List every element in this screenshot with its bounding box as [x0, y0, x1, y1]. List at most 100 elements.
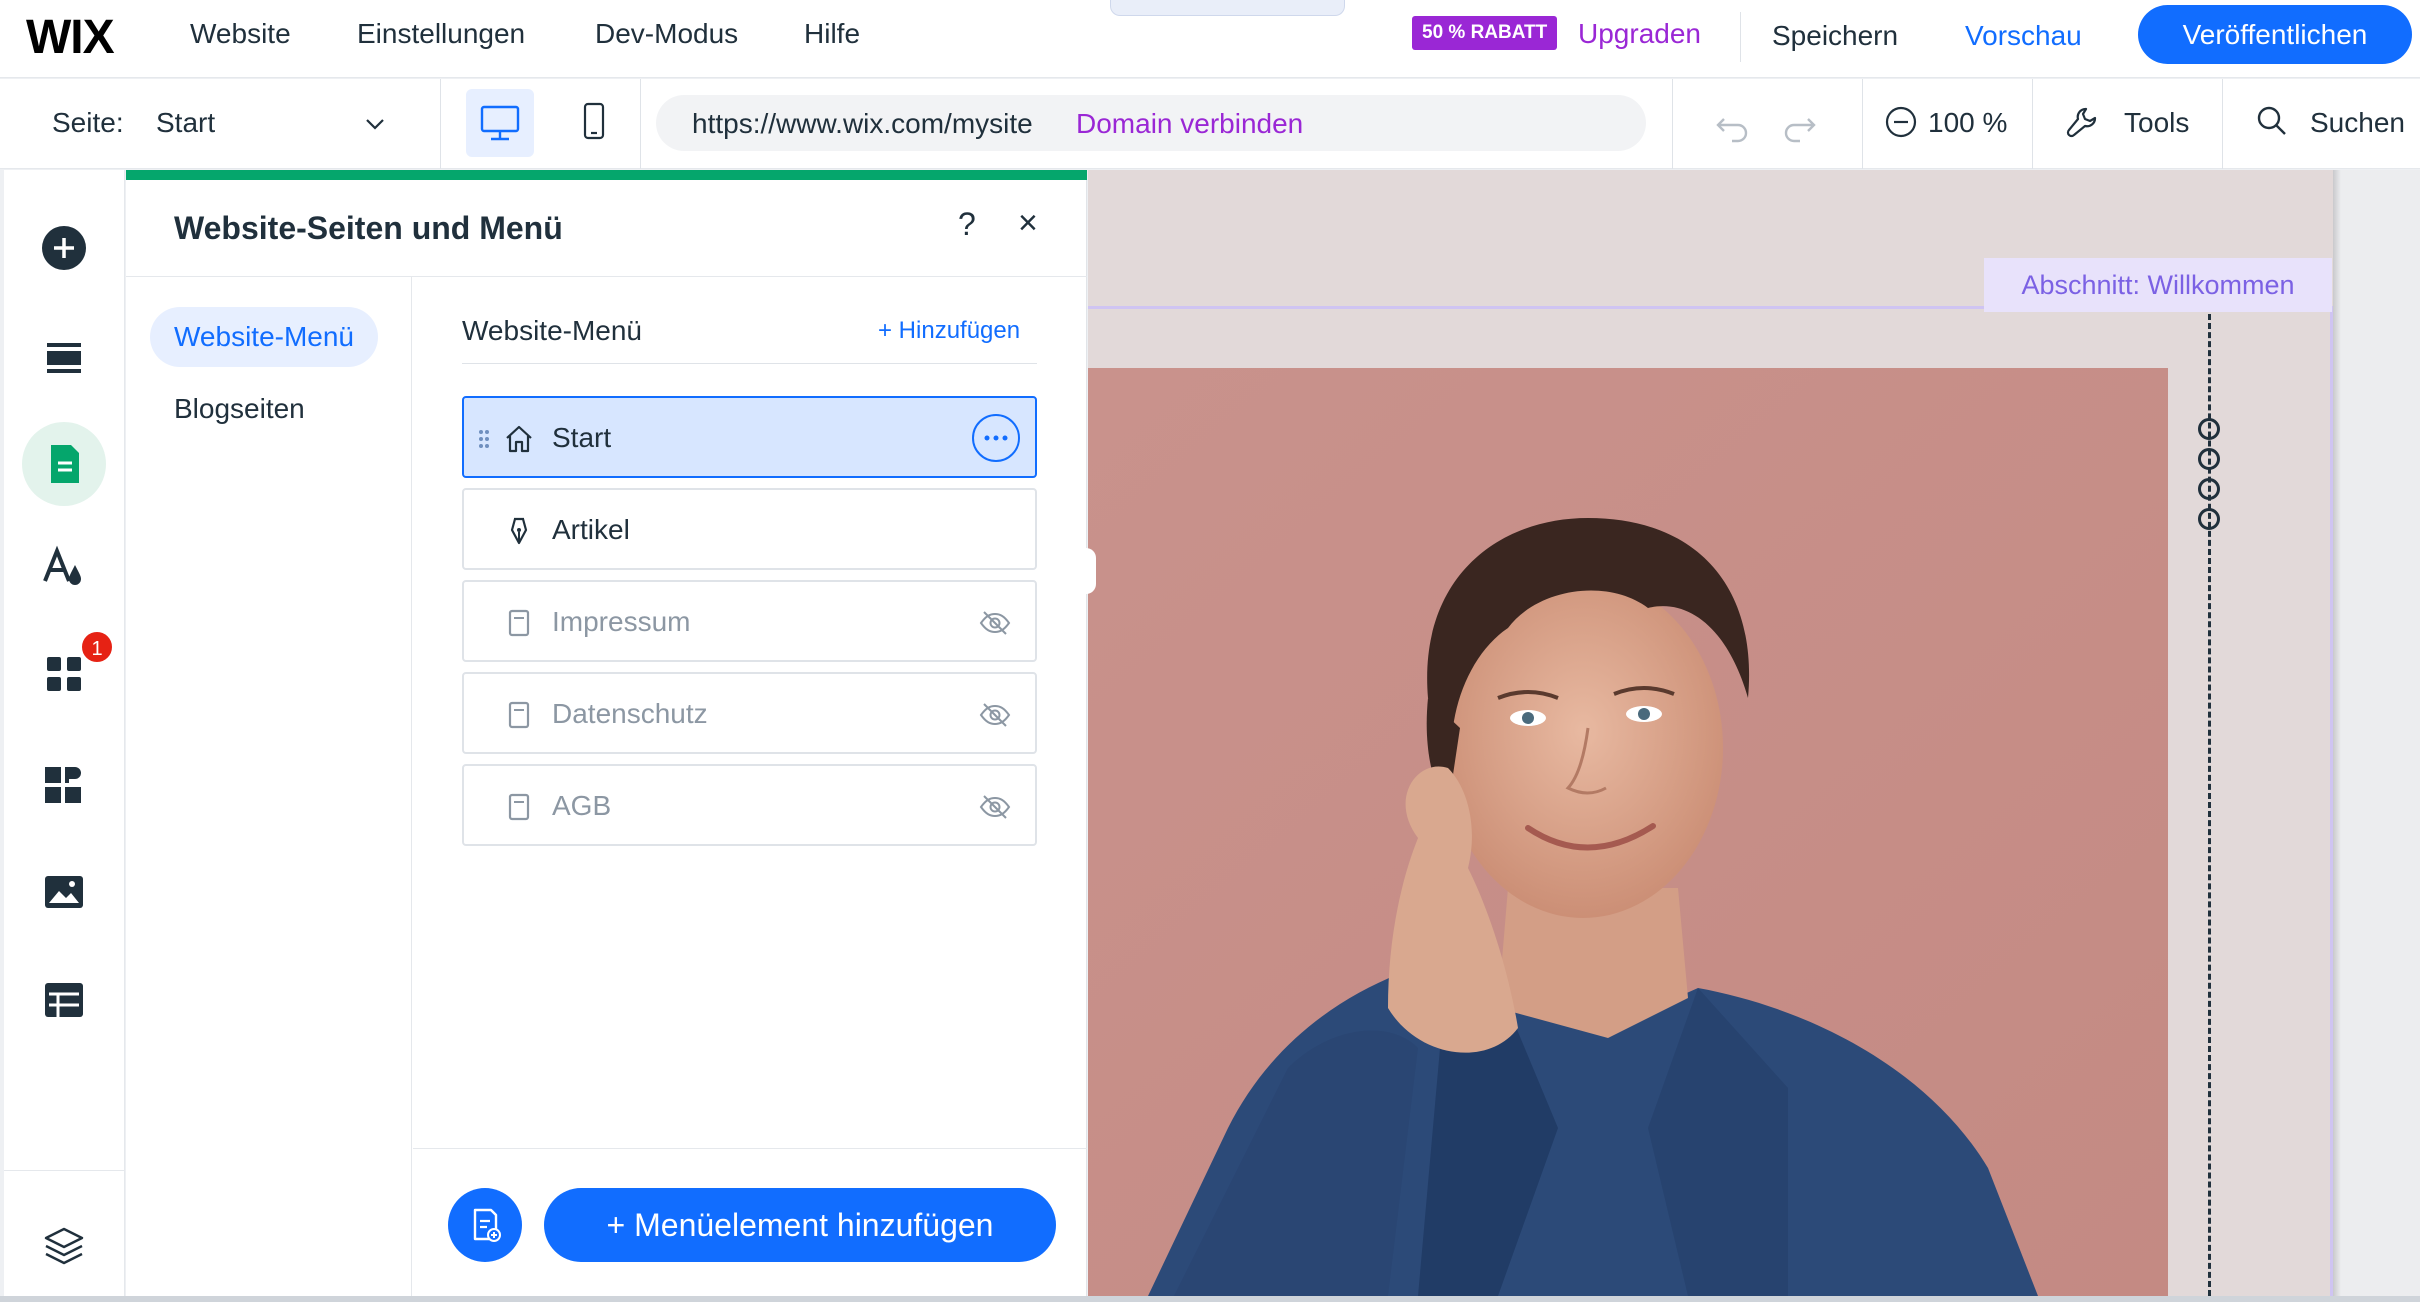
site-pages-panel: Website-Seiten und Menü ? × Website-Menü… — [126, 170, 1087, 1296]
hidden-eye-icon[interactable] — [978, 698, 1012, 732]
left-toolbar: 1 — [4, 170, 125, 1296]
page-label: Seite: — [52, 107, 124, 138]
mobile-view-button[interactable] — [560, 89, 628, 157]
menu-item-label: AGB — [552, 790, 612, 821]
search-icon[interactable] — [2254, 103, 2290, 139]
menu-item-datenschutz[interactable]: Datenschutz — [462, 672, 1037, 754]
search-button[interactable]: Suchen — [2310, 107, 2405, 139]
panel-title: Website-Seiten und Menü — [174, 210, 563, 246]
pages-button[interactable] — [22, 422, 106, 506]
more-actions-button[interactable] — [972, 414, 1020, 462]
add-menu-link[interactable]: + Hinzufügen — [878, 317, 1020, 345]
add-elements-icon — [42, 226, 86, 270]
divider — [462, 363, 1037, 364]
bottom-edge — [0, 1296, 2420, 1302]
page-icon — [508, 701, 530, 729]
menu-item-label: Impressum — [552, 606, 691, 637]
save-button[interactable]: Speichern — [1772, 20, 1898, 52]
site-url: https://www.wix.com/mysite — [692, 108, 1033, 139]
page-icon — [508, 793, 530, 821]
menu-item-label: Start — [552, 422, 612, 453]
wix-logo[interactable]: WIX — [26, 10, 115, 65]
divider — [2032, 79, 2033, 169]
sections-button[interactable] — [22, 316, 106, 400]
section-label[interactable]: Abschnitt: Willkommen — [1984, 258, 2332, 312]
home-icon — [506, 425, 532, 453]
menu-item-start[interactable]: Start — [462, 396, 1037, 478]
desktop-icon — [480, 105, 520, 141]
menu-item-artikel[interactable]: Artikel — [462, 488, 1037, 570]
menu-item-impressum[interactable]: Impressum — [462, 580, 1037, 662]
nav-help[interactable]: Hilfe — [804, 18, 860, 50]
divider — [640, 79, 641, 169]
tools-icon[interactable] — [2064, 103, 2102, 141]
hidden-eye-icon[interactable] — [978, 790, 1012, 824]
notification-badge: 1 — [80, 630, 114, 664]
undo-icon[interactable] — [1712, 105, 1752, 145]
business-apps-button[interactable] — [22, 742, 106, 826]
cms-icon — [45, 983, 83, 1017]
hidden-eye-icon[interactable] — [978, 606, 1012, 640]
nav-settings[interactable]: Einstellungen — [357, 18, 525, 50]
page-icon — [508, 609, 530, 637]
panel-tabs: Website-Menü Blogseiten — [126, 277, 412, 1296]
menu-section-title: Website-Menü — [462, 315, 643, 346]
menu-item-agb[interactable]: AGB — [462, 764, 1037, 846]
add-page-button[interactable] — [448, 1188, 522, 1262]
page-edge-shadow — [2333, 170, 2341, 1296]
layers-icon — [44, 1227, 84, 1265]
tools-button[interactable]: Tools — [2124, 107, 2189, 139]
media-button[interactable] — [22, 850, 106, 934]
divider — [1862, 79, 1863, 169]
tab-blog-pages[interactable]: Blogseiten — [150, 379, 329, 439]
help-icon[interactable]: ? — [958, 206, 976, 243]
menu-item-label: Artikel — [552, 514, 630, 545]
divider — [1672, 79, 1673, 169]
chevron-down-icon[interactable] — [360, 109, 390, 139]
desktop-view-button[interactable] — [466, 89, 534, 157]
close-icon[interactable]: × — [1018, 204, 1038, 243]
add-page-icon — [473, 1208, 501, 1242]
add-elements-button[interactable] — [22, 206, 106, 290]
site-url-bar: https://www.wix.com/mysite Domain verbin… — [656, 95, 1646, 151]
layers-button[interactable] — [22, 1204, 106, 1288]
anchor-handle[interactable] — [2198, 478, 2220, 500]
collapse-tab[interactable] — [1110, 0, 1345, 16]
anchor-handle[interactable] — [2198, 508, 2220, 530]
media-icon — [45, 876, 83, 908]
zoom-level[interactable]: 100 % — [1928, 107, 2007, 139]
redo-icon[interactable] — [1780, 105, 1820, 145]
pen-nib-icon — [510, 517, 528, 545]
connect-domain-link[interactable]: Domain verbinden — [1076, 108, 1303, 140]
upgrade-link[interactable]: Upgraden — [1578, 18, 1701, 50]
anchor-handle[interactable] — [2198, 418, 2220, 440]
editor-canvas[interactable]: Abschnitt: Willkommen — [1088, 170, 2420, 1296]
nav-website[interactable]: Website — [190, 18, 291, 50]
add-menu-item-button[interactable]: + Menüelement hinzufügen — [544, 1188, 1056, 1262]
divider — [2222, 79, 2223, 169]
more-icon — [984, 435, 1008, 441]
menu-item-label: Datenschutz — [552, 698, 708, 729]
anchor-handle[interactable] — [2198, 448, 2220, 470]
publish-button[interactable]: Veröffentlichen — [2138, 5, 2412, 64]
nav-dev-mode[interactable]: Dev-Modus — [595, 18, 738, 50]
divider — [1740, 12, 1741, 62]
cms-button[interactable] — [22, 958, 106, 1042]
zoom-out-icon[interactable] — [1884, 105, 1918, 139]
portrait-illustration — [1088, 368, 2168, 1296]
mobile-icon — [583, 102, 605, 140]
panel-resize-handle[interactable] — [1076, 548, 1096, 594]
discount-badge[interactable]: 50 % RABATT — [1412, 16, 1558, 50]
panel-accent-line — [126, 170, 1087, 180]
drag-handle-icon[interactable] — [478, 428, 490, 450]
theme-icon — [43, 545, 81, 585]
editor-toolbar: Seite: Start https://www.wix.com/mysite … — [0, 79, 2420, 169]
theme-button[interactable] — [22, 526, 106, 610]
business-apps-icon — [45, 767, 81, 803]
divider — [413, 1148, 1087, 1149]
preview-button[interactable]: Vorschau — [1965, 20, 2082, 52]
tab-website-menu[interactable]: Website-Menü — [150, 307, 379, 367]
page-selector[interactable]: Start — [156, 107, 215, 139]
hero-image[interactable] — [1088, 368, 2168, 1296]
divider — [4, 1170, 125, 1171]
